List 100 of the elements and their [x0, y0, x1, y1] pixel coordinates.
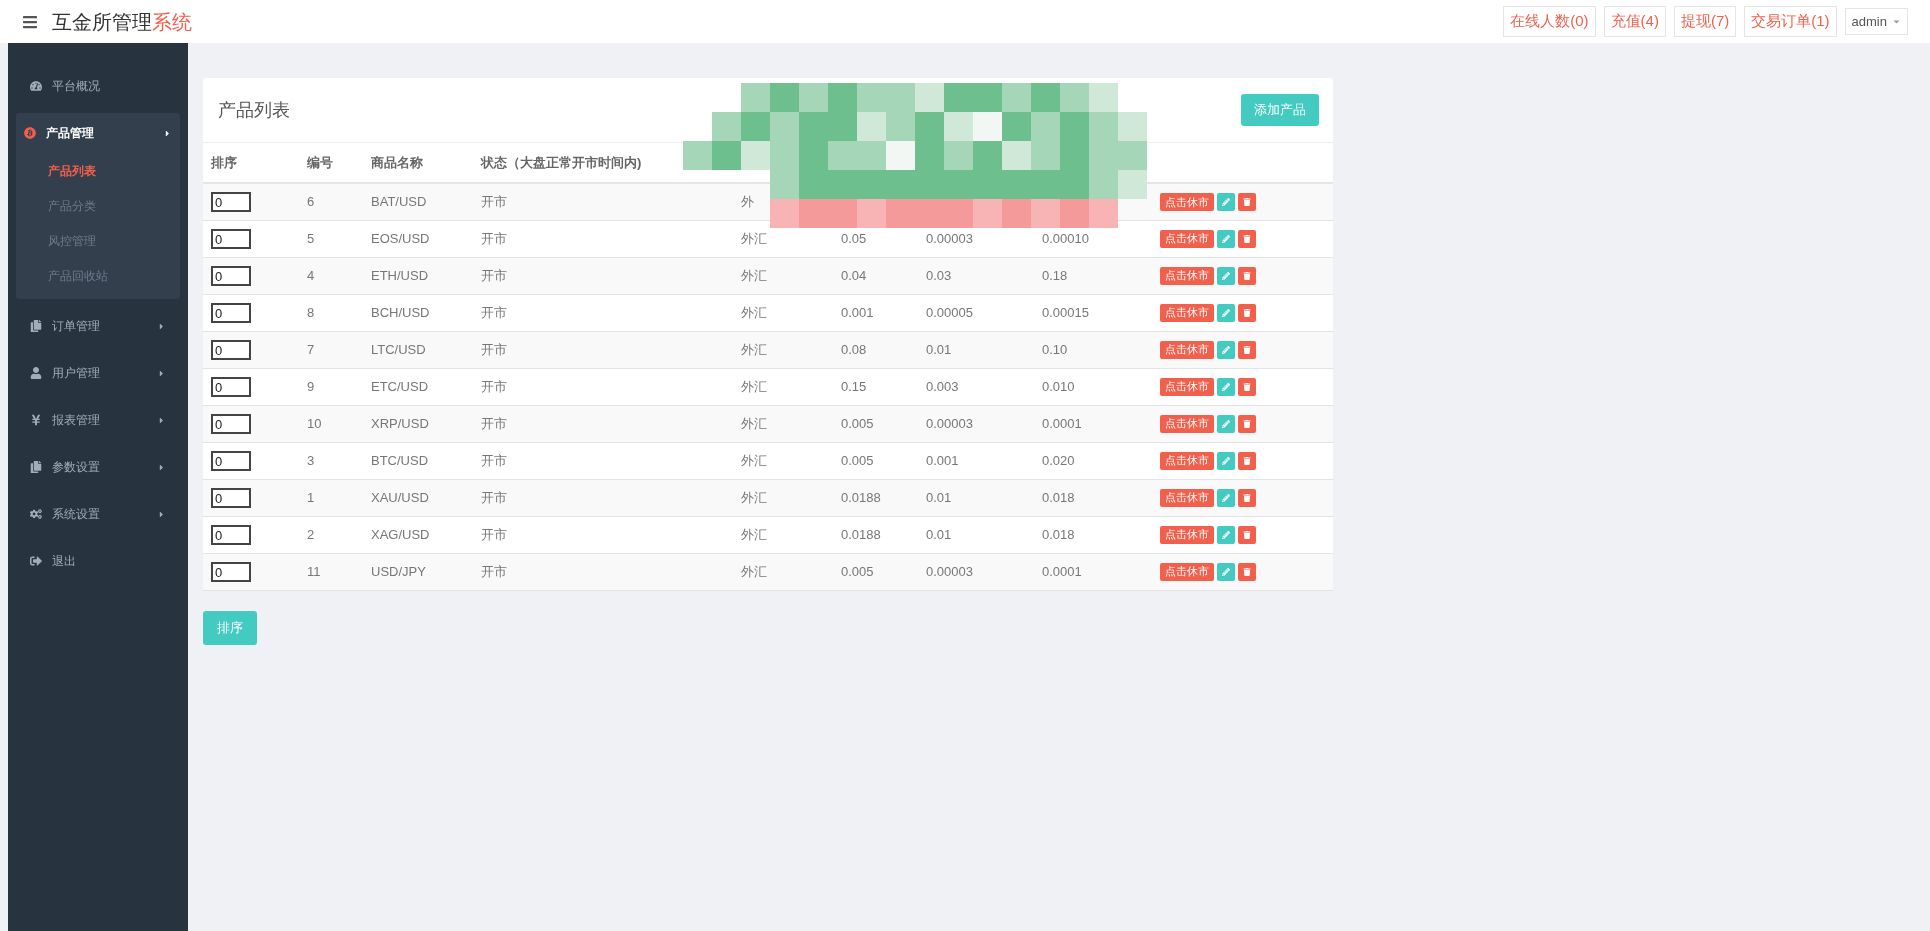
close-market-button[interactable]: 点击休市 — [1160, 229, 1214, 248]
close-market-button[interactable]: 点击休市 — [1160, 340, 1214, 359]
table-cell: 开市 — [473, 257, 733, 294]
edit-button[interactable] — [1217, 488, 1235, 507]
pencil-icon — [1222, 419, 1230, 428]
table-cell: 0.08 — [833, 331, 918, 368]
trash-icon — [1243, 345, 1251, 354]
sidebar-item[interactable]: 报表管理 — [16, 400, 180, 440]
column-header: 商品名称 — [363, 143, 473, 183]
sidebar-item[interactable]: 用户管理 — [16, 353, 180, 393]
table-cell: 11 — [299, 553, 363, 590]
table-cell: 0.03 — [918, 257, 1034, 294]
table-cell: 0.0188 — [833, 516, 918, 553]
table-cell: 7 — [299, 331, 363, 368]
card-title: 产品列表 — [218, 98, 290, 122]
pencil-icon — [1222, 530, 1230, 539]
sign-out-icon — [30, 555, 42, 567]
table-cell: 开市 — [473, 553, 733, 590]
trash-icon — [1243, 382, 1251, 391]
table-cell: USD/JPY — [363, 553, 473, 590]
delete-button[interactable] — [1238, 229, 1256, 248]
submenu-item[interactable]: 产品分类 — [16, 188, 180, 223]
delete-button[interactable] — [1238, 562, 1256, 581]
sort-input[interactable]: 0 — [211, 562, 251, 582]
table-cell: 开市 — [473, 220, 733, 257]
table-cell: 2 — [299, 516, 363, 553]
table-cell: 0.01 — [918, 479, 1034, 516]
table-cell: 0.18 — [1034, 257, 1152, 294]
edit-button[interactable] — [1217, 340, 1235, 359]
table-cell: ETC/USD — [363, 368, 473, 405]
edit-button[interactable] — [1217, 266, 1235, 285]
add-product-button[interactable]: 添加产品 — [1241, 94, 1319, 126]
submenu-item[interactable]: 产品列表 — [16, 153, 180, 188]
delete-button[interactable] — [1238, 303, 1256, 322]
table-cell: XAU/USD — [363, 479, 473, 516]
table-cell: 外汇 — [733, 294, 833, 331]
gears-icon — [30, 508, 42, 520]
user-menu[interactable]: admin — [1844, 7, 1908, 36]
sidebar-item[interactable]: 系统设置 — [16, 494, 180, 534]
sort-input[interactable]: 0 — [211, 377, 251, 397]
close-market-button[interactable]: 点击休市 — [1160, 562, 1214, 581]
delete-button[interactable] — [1238, 414, 1256, 433]
sort-input[interactable]: 0 — [211, 229, 251, 249]
sort-input[interactable]: 0 — [211, 525, 251, 545]
delete-button[interactable] — [1238, 192, 1256, 211]
sort-input[interactable]: 0 — [211, 340, 251, 360]
header-link[interactable]: 在线人数(0) — [1503, 6, 1596, 37]
table-cell: BAT/USD — [363, 183, 473, 220]
sort-input[interactable]: 0 — [211, 266, 251, 286]
header-link[interactable]: 交易订单(1) — [1744, 6, 1837, 37]
sort-input[interactable]: 0 — [211, 303, 251, 323]
table-cell: 1 — [299, 479, 363, 516]
table-cell: 外汇 — [733, 220, 833, 257]
delete-button[interactable] — [1238, 525, 1256, 544]
edit-button[interactable] — [1217, 414, 1235, 433]
delete-button[interactable] — [1238, 266, 1256, 285]
user-icon — [30, 367, 42, 379]
edit-button[interactable] — [1217, 303, 1235, 322]
edit-button[interactable] — [1217, 525, 1235, 544]
sort-button[interactable]: 排序 — [203, 610, 257, 645]
trash-icon — [1243, 234, 1251, 243]
table-cell: 外 — [733, 183, 833, 220]
sidebar-item[interactable]: 平台概况 — [16, 66, 180, 106]
close-market-button[interactable]: 点击休市 — [1160, 266, 1214, 285]
sort-input[interactable]: 0 — [211, 192, 251, 213]
sidebar-item[interactable]: 参数设置 — [16, 447, 180, 487]
close-market-button[interactable]: 点击休市 — [1160, 488, 1214, 507]
column-header: 状态（大盘正常开市时间内) — [473, 143, 733, 183]
edit-button[interactable] — [1217, 451, 1235, 470]
delete-button[interactable] — [1238, 340, 1256, 359]
edit-button[interactable] — [1217, 192, 1235, 211]
sidebar-item[interactable]: 产品管理 — [16, 113, 180, 153]
close-market-button[interactable]: 点击休市 — [1160, 414, 1214, 433]
menu-icon[interactable] — [22, 13, 38, 30]
sort-input[interactable]: 0 — [211, 451, 251, 471]
close-market-button[interactable]: 点击休市 — [1160, 303, 1214, 322]
edit-button[interactable] — [1217, 377, 1235, 396]
delete-button[interactable] — [1238, 488, 1256, 507]
table-cell: 10 — [299, 405, 363, 442]
delete-button[interactable] — [1238, 377, 1256, 396]
sort-input[interactable]: 0 — [211, 488, 251, 508]
sidebar-item[interactable]: 订单管理 — [16, 306, 180, 346]
trash-icon — [1243, 530, 1251, 539]
edit-button[interactable] — [1217, 562, 1235, 581]
sidebar-item[interactable]: 退出 — [16, 541, 180, 581]
close-market-button[interactable]: 点击休市 — [1160, 451, 1214, 470]
edit-button[interactable] — [1217, 229, 1235, 248]
close-market-button[interactable]: 点击休市 — [1160, 192, 1214, 211]
header-link[interactable]: 提现(7) — [1673, 6, 1737, 37]
delete-button[interactable] — [1238, 451, 1256, 470]
table-cell: 开市 — [473, 183, 733, 220]
table-cell: 0.00003 — [918, 553, 1034, 590]
header-link[interactable]: 充值(4) — [1603, 6, 1666, 37]
close-market-button[interactable]: 点击休市 — [1160, 525, 1214, 544]
trash-icon — [1243, 271, 1251, 280]
close-market-button[interactable]: 点击休市 — [1160, 377, 1214, 396]
table-cell: 0.00003 — [918, 405, 1034, 442]
caret-icon — [1892, 17, 1901, 26]
trash-icon — [1243, 419, 1251, 428]
sort-input[interactable]: 0 — [211, 414, 251, 434]
